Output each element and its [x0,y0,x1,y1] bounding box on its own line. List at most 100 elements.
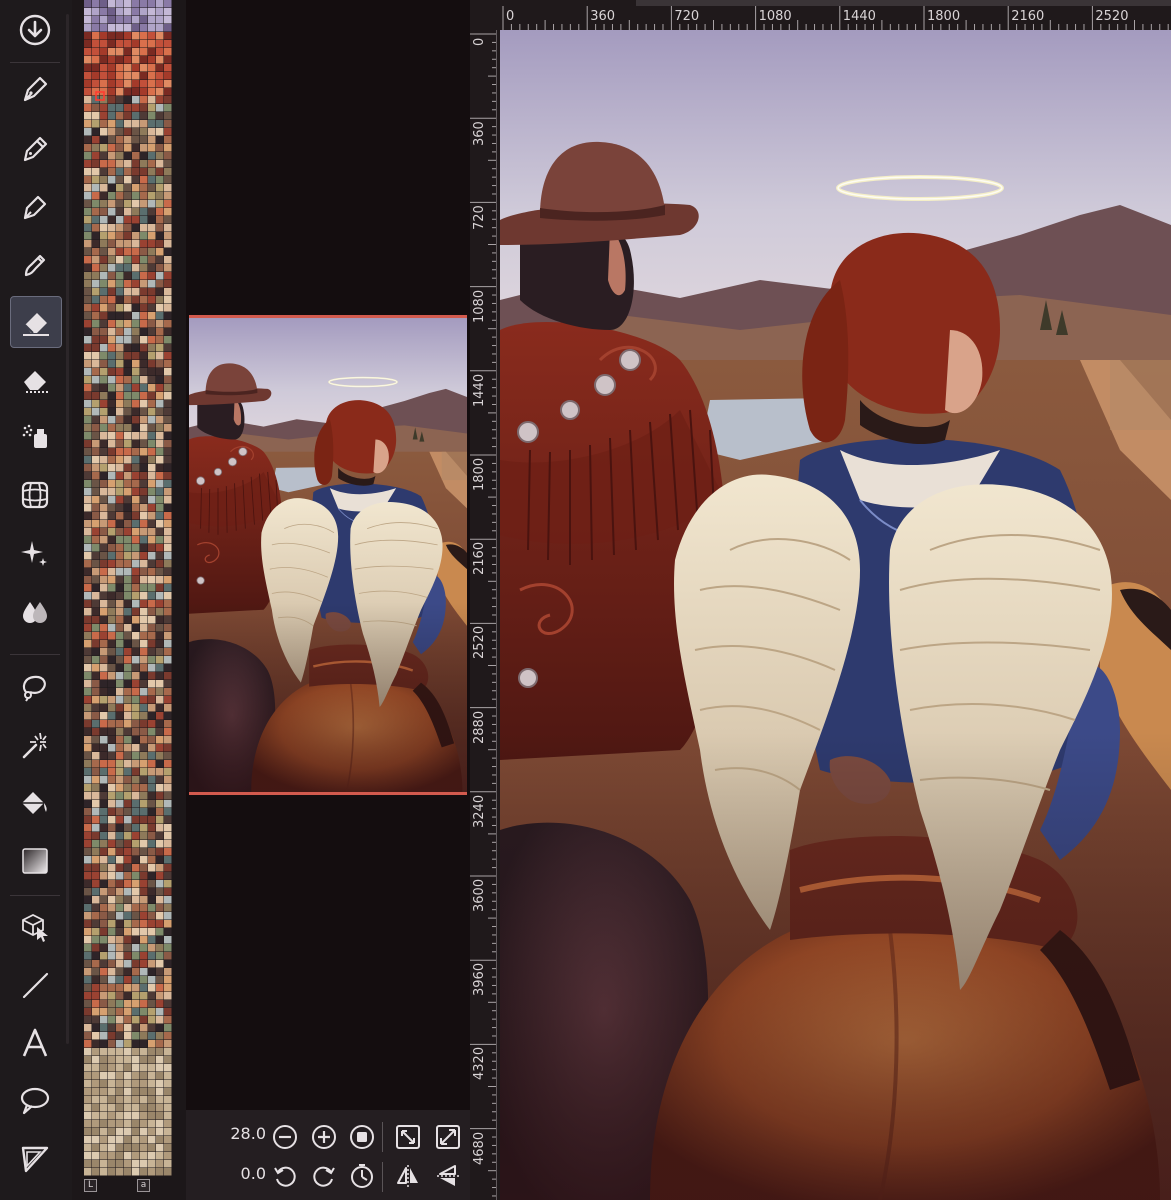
ruler-left-label: 2160 [472,542,487,576]
color-swatch [148,40,156,48]
color-swatch [164,928,172,936]
rotate-left-button[interactable] [271,1162,299,1190]
speech-bubble-tool[interactable] [10,1076,60,1126]
color-swatch [116,288,124,296]
color-swatch [108,1168,116,1176]
color-swatch [164,24,172,32]
color-swatch [108,512,116,520]
color-swatch [156,432,164,440]
line-tool[interactable] [10,960,60,1010]
color-swatch [148,272,156,280]
color-swatch [148,800,156,808]
color-swatch [100,1120,108,1128]
import-tool[interactable] [10,5,60,55]
color-swatch [108,1048,116,1056]
color-swatch [84,176,92,184]
color-swatch [132,472,140,480]
color-swatch [148,264,156,272]
color-swatch [92,992,100,1000]
text-tool[interactable] [10,1018,60,1068]
color-swatch [92,976,100,984]
color-swatch [148,816,156,824]
flip-vertical-button[interactable] [434,1162,462,1190]
airbrush-tool[interactable] [10,412,60,462]
color-swatch [156,256,164,264]
color-swatch [108,616,116,624]
color-swatch [84,104,92,112]
flip-horizontal-button[interactable] [394,1162,422,1190]
drawing-canvas[interactable] [500,30,1171,1200]
color-swatch [116,528,124,536]
palette-footer-right[interactable]: a [137,1179,150,1192]
color-swatch [100,312,108,320]
color-swatch [140,112,148,120]
color-swatch [164,432,172,440]
paint-bucket-tool[interactable] [10,778,60,828]
sparkle-effect-tool[interactable] [10,528,60,578]
color-swatch-grid[interactable] [84,0,172,1176]
color-swatch [148,536,156,544]
color-swatch [116,552,124,560]
rotation-reset-button[interactable] [348,1162,376,1190]
color-swatch [92,1104,100,1112]
color-swatch [156,992,164,1000]
color-swatch [156,240,164,248]
color-swatch [108,200,116,208]
color-swatch [156,520,164,528]
fill-window-button[interactable] [434,1123,462,1151]
gradient-tool[interactable] [10,836,60,886]
blend-tool[interactable] [10,586,60,636]
color-swatch [84,360,92,368]
pencil-tool[interactable] [10,124,60,174]
color-swatch [92,280,100,288]
color-swatch [140,976,148,984]
color-swatch [84,424,92,432]
palette-footer-left[interactable]: L [84,1179,97,1192]
transform-tool[interactable] [10,902,60,952]
color-swatch [140,912,148,920]
color-swatch [84,720,92,728]
color-swatch [148,584,156,592]
color-swatch [124,456,132,464]
color-swatch [108,544,116,552]
color-swatch [132,224,140,232]
color-swatch [140,376,148,384]
navigator-thumbnail[interactable] [189,315,467,795]
color-swatch [100,112,108,120]
color-swatch [100,872,108,880]
color-swatch [156,184,164,192]
color-swatch [132,896,140,904]
fit-to-window-button[interactable] [394,1123,422,1151]
color-swatch [148,1016,156,1024]
color-swatch [148,1096,156,1104]
pen-tool[interactable] [10,64,60,114]
horizontal-ruler[interactable]: 0 360 720 1080 1440 1800 2160 2520 [470,0,1171,30]
color-swatch [100,144,108,152]
color-swatch [140,72,148,80]
ink-pen-tool[interactable] [10,182,60,232]
magic-wand-tool[interactable] [10,720,60,770]
color-swatch [92,160,100,168]
color-swatch [148,840,156,848]
color-swatch [140,136,148,144]
frame-border-tool[interactable] [10,1134,60,1184]
color-swatch [92,1160,100,1168]
toolbar-scrollbar[interactable] [66,14,69,1044]
color-swatch [100,448,108,456]
color-swatch [148,352,156,360]
color-swatch [116,672,124,680]
eraser-tool[interactable] [10,296,62,348]
color-swatch [116,952,124,960]
zoom-in-button[interactable] [310,1123,338,1151]
color-swatch [100,432,108,440]
perspective-grid-tool[interactable] [10,470,60,520]
color-swatch [148,1104,156,1112]
lasso-select-tool[interactable] [10,662,60,712]
color-swatch [84,432,92,440]
soft-eraser-tool[interactable] [10,355,60,405]
zoom-out-button[interactable] [271,1123,299,1151]
color-swatch [156,632,164,640]
brush-pen-tool[interactable] [10,240,60,290]
zoom-reset-button[interactable] [348,1123,376,1151]
rotate-right-button[interactable] [310,1162,338,1190]
